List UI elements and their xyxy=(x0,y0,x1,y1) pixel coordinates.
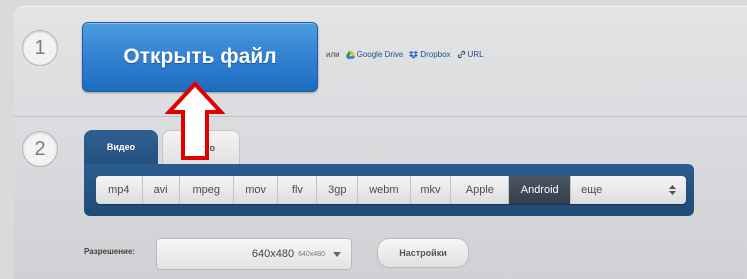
format-webm[interactable]: webm xyxy=(358,176,411,204)
step-1-badge: 1 xyxy=(22,30,58,66)
tab-video[interactable]: Видео xyxy=(84,130,158,166)
resolution-select[interactable]: 640x480 640x480 xyxy=(156,238,352,270)
settings-button[interactable]: Настройки xyxy=(377,238,469,268)
format-avi[interactable]: avi xyxy=(143,176,180,204)
dropbox-icon xyxy=(409,50,419,59)
step-2-badge: 2 xyxy=(22,131,58,167)
google-drive-link[interactable]: Google Drive xyxy=(345,50,404,59)
format-list: mp4 avi mpeg mov flv 3gp webm mkv Apple … xyxy=(96,176,686,204)
format-3gp[interactable]: 3gp xyxy=(317,176,359,204)
resolution-value: 640x480 xyxy=(251,248,295,260)
resolution-value-small: 640x480 xyxy=(298,250,325,258)
url-link[interactable]: URL xyxy=(457,50,484,59)
step-divider xyxy=(14,116,747,117)
format-mkv[interactable]: mkv xyxy=(411,176,452,204)
format-apple[interactable]: Apple xyxy=(451,176,510,204)
google-drive-label: Google Drive xyxy=(356,50,404,59)
format-android[interactable]: Android xyxy=(509,176,572,204)
url-label: URL xyxy=(467,50,484,59)
or-label: или xyxy=(326,50,340,59)
alternative-sources: или Google Drive Dropbox URL xyxy=(326,50,484,59)
format-mp4[interactable]: mp4 xyxy=(96,176,143,204)
format-more-label: еще xyxy=(581,184,603,196)
chevron-down-icon xyxy=(333,251,341,257)
resolution-label: Разрешение: xyxy=(84,247,136,256)
dropbox-link[interactable]: Dropbox xyxy=(409,50,451,59)
format-more-select[interactable]: еще xyxy=(571,176,686,204)
up-arrow-annotation-icon xyxy=(165,81,225,160)
google-drive-icon xyxy=(345,50,355,59)
dropbox-label: Dropbox xyxy=(420,50,451,59)
link-icon xyxy=(457,50,465,59)
updown-icon xyxy=(669,185,676,195)
format-mpeg[interactable]: mpeg xyxy=(180,176,234,204)
format-flv[interactable]: flv xyxy=(278,176,318,204)
format-mov[interactable]: mov xyxy=(234,176,279,204)
